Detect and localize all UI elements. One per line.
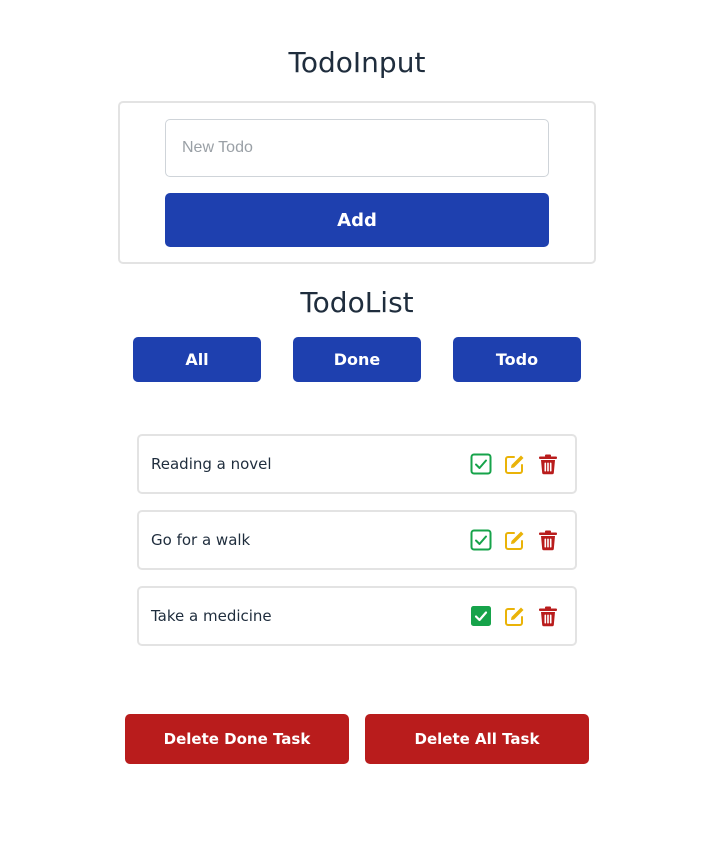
task-item: Go for a walk [137,510,577,570]
edit-icon[interactable] [504,453,526,475]
edit-icon[interactable] [504,529,526,551]
new-todo-input[interactable] [165,119,549,177]
checkbox-checked-icon[interactable] [470,605,492,627]
checkbox-unchecked-icon[interactable] [470,529,492,551]
edit-icon[interactable] [504,605,526,627]
task-label: Take a medicine [151,607,272,625]
task-item: Reading a novel [137,434,577,494]
trash-icon[interactable] [537,605,559,627]
add-button[interactable]: Add [165,193,549,247]
task-item: Take a medicine [137,586,577,646]
filter-todo-button[interactable]: Todo [453,337,581,382]
filter-all-button[interactable]: All [133,337,261,382]
checkbox-unchecked-icon[interactable] [470,453,492,475]
task-label: Go for a walk [151,531,251,549]
trash-icon[interactable] [537,453,559,475]
trash-icon[interactable] [537,529,559,551]
todo-app: TodoInput Add TodoList All Done Todo Rea… [0,0,709,848]
todo-list-title: TodoList [300,286,414,319]
task-label: Reading a novel [151,455,272,473]
filter-done-button[interactable]: Done [293,337,421,382]
todo-input-title: TodoInput [288,46,426,79]
delete-all-task-button[interactable]: Delete All Task [365,714,589,764]
delete-done-task-button[interactable]: Delete Done Task [125,714,349,764]
